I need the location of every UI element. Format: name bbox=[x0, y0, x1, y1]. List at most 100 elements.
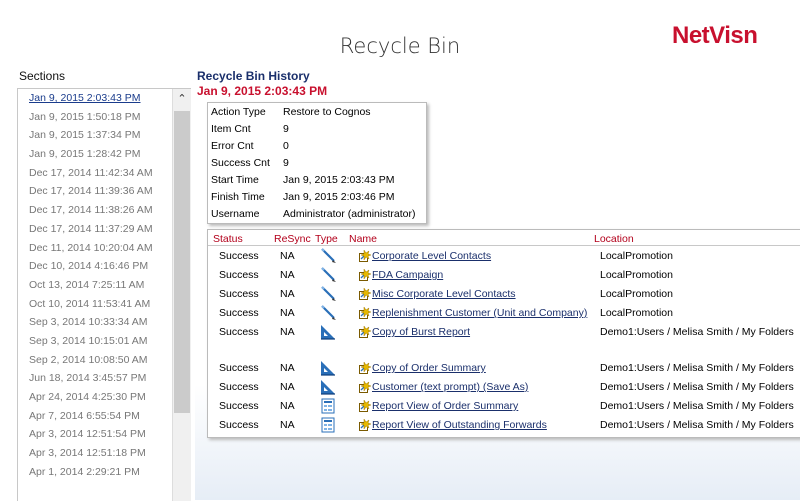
restore-star-icon bbox=[359, 268, 372, 281]
col-header-status[interactable]: Status bbox=[213, 233, 243, 245]
section-item[interactable]: Dec 10, 2014 4:16:46 PM bbox=[18, 257, 172, 276]
section-item[interactable]: Sep 2, 2014 10:08:50 AM bbox=[18, 351, 172, 370]
resync-cell: NA bbox=[280, 381, 295, 393]
resync-cell: NA bbox=[280, 269, 295, 281]
history-date: Jan 9, 2015 2:03:43 PM bbox=[197, 84, 328, 98]
info-key: Error Cnt bbox=[211, 140, 254, 152]
section-item[interactable]: Dec 17, 2014 11:37:29 AM bbox=[18, 220, 172, 239]
col-header-location[interactable]: Location bbox=[594, 233, 634, 245]
section-item[interactable]: Dec 17, 2014 11:42:34 AM bbox=[18, 164, 172, 183]
section-item[interactable]: Jan 9, 2015 1:28:42 PM bbox=[18, 145, 172, 164]
history-title: Recycle Bin History bbox=[197, 69, 310, 83]
item-name-link[interactable]: Corporate Level Contacts bbox=[372, 250, 491, 262]
item-name-link[interactable]: Copy of Order Summary bbox=[372, 362, 486, 374]
section-list: Jan 9, 2015 2:03:43 PM Jan 9, 2015 1:50:1… bbox=[18, 89, 172, 481]
col-header-type[interactable]: Type bbox=[315, 233, 338, 245]
restore-star-icon bbox=[359, 399, 372, 412]
info-key: Finish Time bbox=[211, 191, 265, 203]
resync-cell: NA bbox=[280, 400, 295, 412]
table-row: Success NA Copy of Order Summary Demo1:User… bbox=[208, 360, 800, 378]
triangle-ruler-icon bbox=[319, 360, 337, 376]
table-row: Success NA Copy of Burst Report Demo1:Users… bbox=[208, 324, 800, 342]
scroll-thumb[interactable] bbox=[174, 111, 190, 413]
report-view-icon bbox=[319, 398, 337, 414]
table-row: Success NA Report View of Outstanding Forw… bbox=[208, 417, 800, 435]
report-view-icon bbox=[319, 417, 337, 433]
table-row: Success NA Customer (text prompt) (Save As… bbox=[208, 379, 800, 397]
status-cell: Success bbox=[219, 288, 259, 300]
table-row: Success NA Corporate Level Contacts LocalPr… bbox=[208, 248, 800, 266]
restore-star-icon bbox=[359, 361, 372, 374]
sections-scrollbar[interactable]: ⌃ bbox=[172, 89, 191, 501]
resync-cell: NA bbox=[280, 419, 295, 431]
item-name-link[interactable]: Report View of Outstanding Forwards bbox=[372, 419, 547, 431]
netvisn-logo: NetVisn bbox=[672, 22, 758, 49]
status-cell: Success bbox=[219, 307, 259, 319]
item-name-link[interactable]: Misc Corporate Level Contacts bbox=[372, 288, 516, 300]
section-item[interactable]: Dec 17, 2014 11:39:36 AM bbox=[18, 182, 172, 201]
resync-cell: NA bbox=[280, 288, 295, 300]
restore-star-icon bbox=[359, 287, 372, 300]
restore-star-icon bbox=[359, 325, 372, 338]
col-header-name[interactable]: Name bbox=[349, 233, 377, 245]
pencil-icon bbox=[319, 286, 337, 302]
resync-cell: NA bbox=[280, 307, 295, 319]
section-item[interactable]: Dec 17, 2014 11:38:26 AM bbox=[18, 201, 172, 220]
restore-star-icon bbox=[359, 380, 372, 393]
section-item[interactable]: Apr 7, 2014 6:55:54 PM bbox=[18, 407, 172, 426]
status-cell: Success bbox=[219, 326, 259, 338]
triangle-ruler-icon bbox=[319, 379, 337, 395]
pencil-icon bbox=[319, 267, 337, 283]
section-item[interactable]: Apr 3, 2014 12:51:18 PM bbox=[18, 444, 172, 463]
section-item[interactable]: Jun 18, 2014 3:45:57 PM bbox=[18, 369, 172, 388]
col-header-resync[interactable]: ReSync bbox=[274, 233, 311, 245]
section-item[interactable]: Oct 13, 2014 7:25:11 AM bbox=[18, 276, 172, 295]
section-item[interactable]: Jan 9, 2015 1:50:18 PM bbox=[18, 108, 172, 127]
results-table: Status ReSync Type Name Location Success… bbox=[207, 229, 800, 438]
section-item[interactable]: Dec 11, 2014 10:20:04 AM bbox=[18, 239, 172, 258]
location-cell: LocalPromotion bbox=[600, 288, 673, 300]
status-cell: Success bbox=[219, 269, 259, 281]
info-value: Restore to Cognos bbox=[283, 106, 371, 118]
pencil-icon bbox=[319, 305, 337, 321]
info-key: Username bbox=[211, 208, 260, 220]
info-key: Action Type bbox=[211, 106, 266, 118]
item-name-link[interactable]: FDA Campaign bbox=[372, 269, 443, 281]
status-cell: Success bbox=[219, 400, 259, 412]
item-name-link[interactable]: Copy of Burst Report bbox=[372, 326, 470, 338]
section-item[interactable]: Oct 10, 2014 11:53:41 AM bbox=[18, 295, 172, 314]
sections-label: Sections bbox=[19, 69, 66, 83]
restore-star-icon bbox=[359, 418, 372, 431]
pencil-icon bbox=[319, 248, 337, 264]
status-cell: Success bbox=[219, 381, 259, 393]
section-item[interactable]: Sep 3, 2014 10:15:01 AM bbox=[18, 332, 172, 351]
section-item[interactable]: Apr 3, 2014 12:51:54 PM bbox=[18, 425, 172, 444]
table-row: Success NA Misc Corporate Level Contacts Lo… bbox=[208, 286, 800, 304]
location-cell: Demo1:Users / Melisa Smith / My Folders bbox=[600, 362, 794, 374]
section-item[interactable]: Apr 24, 2014 4:25:30 PM bbox=[18, 388, 172, 407]
info-value: 0 bbox=[283, 140, 289, 152]
section-item[interactable]: Apr 1, 2014 2:29:21 PM bbox=[18, 463, 172, 482]
item-name-link[interactable]: Replenishment Customer (Unit and Company… bbox=[372, 307, 587, 319]
table-row: Success NA FDA Campaign LocalPromotion bbox=[208, 267, 800, 285]
item-name-link[interactable]: Customer (text prompt) (Save As) bbox=[372, 381, 528, 393]
section-item[interactable]: Jan 9, 2015 1:37:34 PM bbox=[18, 126, 172, 145]
location-cell: Demo1:Users / Melisa Smith / My Folders bbox=[600, 400, 794, 412]
info-key: Success Cnt bbox=[211, 157, 270, 169]
restore-star-icon bbox=[359, 306, 372, 319]
info-value: 9 bbox=[283, 157, 289, 169]
item-name-link[interactable]: Report View of Order Summary bbox=[372, 400, 518, 412]
location-cell: Demo1:Users / Melisa Smith / My Folders bbox=[600, 326, 794, 338]
location-cell: LocalPromotion bbox=[600, 250, 673, 262]
info-value: Jan 9, 2015 2:03:46 PM bbox=[283, 191, 395, 203]
section-item[interactable]: Jan 9, 2015 2:03:43 PM bbox=[18, 89, 172, 108]
location-cell: LocalPromotion bbox=[600, 269, 673, 281]
info-value: Jan 9, 2015 2:03:43 PM bbox=[283, 174, 395, 186]
resync-cell: NA bbox=[280, 362, 295, 374]
scroll-up-chevron-icon[interactable]: ⌃ bbox=[173, 89, 191, 109]
triangle-ruler-icon bbox=[319, 324, 337, 340]
info-value: Administrator (administrator) bbox=[283, 208, 416, 220]
location-cell: LocalPromotion bbox=[600, 307, 673, 319]
location-cell: Demo1:Users / Melisa Smith / My Folders bbox=[600, 381, 794, 393]
section-item[interactable]: Sep 3, 2014 10:33:34 AM bbox=[18, 313, 172, 332]
